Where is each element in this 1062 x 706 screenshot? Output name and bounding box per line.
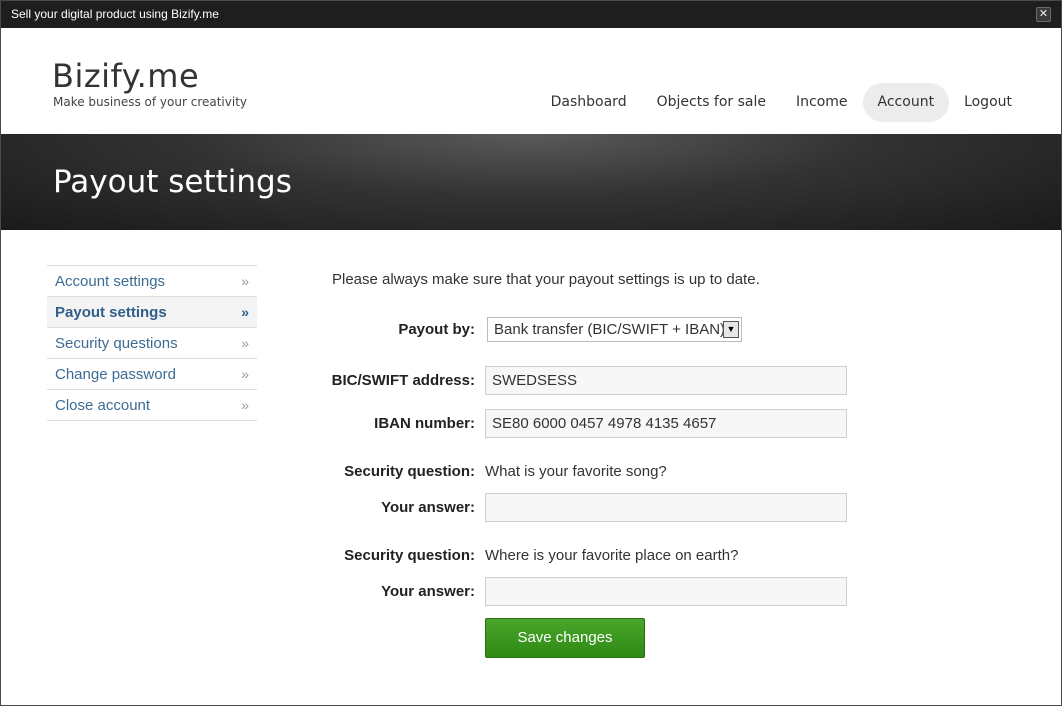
security-question-1-label: Security question: <box>344 463 475 480</box>
chevron-right-icon: » <box>241 335 249 351</box>
security-question-1-text: What is your favorite song? <box>485 463 667 480</box>
chevron-right-icon: » <box>241 304 249 320</box>
main-nav: Dashboard Objects for sale Income Accoun… <box>536 83 1027 122</box>
iban-label: IBAN number: <box>374 415 475 432</box>
sidebar-item-label: Account settings <box>55 272 166 290</box>
iban-input[interactable] <box>485 409 847 438</box>
bic-swift-input[interactable] <box>485 366 847 395</box>
site-logo[interactable]: Bizify.me <box>52 57 199 95</box>
chevron-right-icon: » <box>241 397 249 413</box>
close-icon[interactable]: ✕ <box>1036 7 1051 22</box>
chevron-down-icon[interactable]: ▼ <box>723 321 739 338</box>
sidebar-item-account-settings[interactable]: Account settings » <box>47 266 257 297</box>
page-banner: Payout settings <box>1 134 1061 230</box>
account-sidebar: Account settings » Payout settings » Sec… <box>47 265 257 421</box>
site-tagline: Make business of your creativity <box>53 95 248 109</box>
nav-logout[interactable]: Logout <box>949 83 1027 122</box>
chevron-right-icon: » <box>241 366 249 382</box>
sidebar-item-label: Change password <box>55 365 176 383</box>
page-title: Payout settings <box>53 164 292 200</box>
intro-text: Please always make sure that your payout… <box>332 271 760 288</box>
sidebar-item-label: Security questions <box>55 334 178 352</box>
nav-dashboard[interactable]: Dashboard <box>536 83 642 122</box>
security-question-2-text: Where is your favorite place on earth? <box>485 547 739 564</box>
answer-1-label: Your answer: <box>381 499 475 516</box>
nav-income[interactable]: Income <box>781 83 863 122</box>
sidebar-item-change-password[interactable]: Change password » <box>47 359 257 390</box>
sidebar-item-label: Payout settings <box>55 303 167 321</box>
chevron-right-icon: » <box>241 273 249 289</box>
payout-method-value: Bank transfer (BIC/SWIFT + IBAN) <box>494 321 726 338</box>
sidebar-item-close-account[interactable]: Close account » <box>47 390 257 421</box>
sidebar-item-payout-settings[interactable]: Payout settings » <box>47 297 257 328</box>
security-question-2-label: Security question: <box>344 547 475 564</box>
sidebar-item-security-questions[interactable]: Security questions » <box>47 328 257 359</box>
answer-2-label: Your answer: <box>381 583 475 600</box>
payout-by-label: Payout by: <box>398 321 475 338</box>
save-changes-button[interactable]: Save changes <box>485 618 645 658</box>
payout-method-select[interactable]: Bank transfer (BIC/SWIFT + IBAN) ▼ <box>487 317 742 342</box>
answer-1-input[interactable] <box>485 493 847 522</box>
sidebar-item-label: Close account <box>55 396 151 414</box>
nav-objects-for-sale[interactable]: Objects for sale <box>642 83 781 122</box>
nav-account[interactable]: Account <box>862 83 950 122</box>
site-header: Bizify.me Make business of your creativi… <box>1 28 1061 134</box>
bic-label: BIC/SWIFT address: <box>331 372 475 389</box>
window-titlebar: Sell your digital product using Bizify.m… <box>1 1 1061 28</box>
answer-2-input[interactable] <box>485 577 847 606</box>
window-title: Sell your digital product using Bizify.m… <box>11 7 219 21</box>
app-window: Sell your digital product using Bizify.m… <box>0 0 1062 706</box>
